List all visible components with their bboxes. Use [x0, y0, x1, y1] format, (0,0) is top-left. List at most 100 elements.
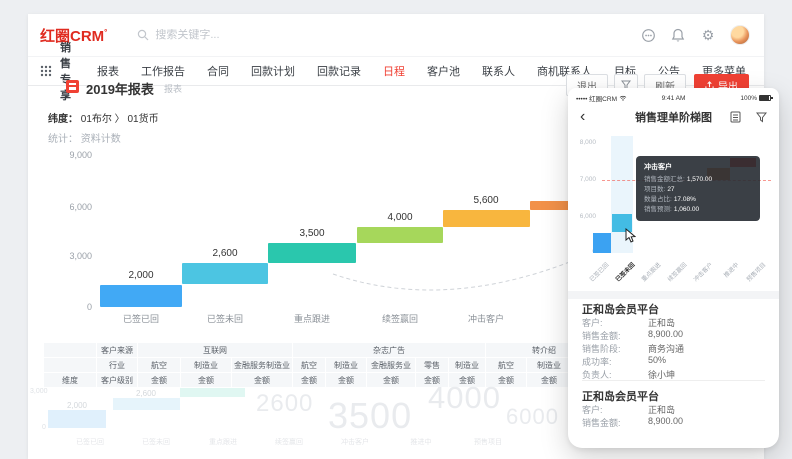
table-cell: 制造业: [326, 358, 366, 372]
table-cell: 制造业: [449, 358, 485, 372]
deal-list-item-title[interactable]: 正和岛会员平台: [582, 388, 659, 404]
table-cell: 金额: [527, 373, 571, 387]
table-cell: 制造业: [181, 358, 231, 372]
search-icon: [137, 29, 149, 41]
ghost-y-tick: 3,000: [30, 388, 48, 395]
waterfall-bar-1[interactable]: [100, 285, 182, 307]
table-cell: 零售: [416, 358, 448, 372]
nav-tab-contacts[interactable]: 联系人: [482, 63, 515, 79]
apps-grid-icon[interactable]: [40, 63, 52, 79]
waterfall-bar-5[interactable]: [443, 210, 530, 227]
ghost-bar-label: 2,600: [116, 389, 176, 398]
table-cell: 互联网: [138, 343, 292, 357]
bar-value-label: 3,500: [272, 228, 352, 239]
ghost-watermark: 3500: [328, 395, 412, 437]
table-cell: 金额: [232, 373, 292, 387]
tooltip-value: 1,570.00: [687, 176, 712, 183]
y-tick: 6,000: [48, 202, 92, 212]
field-value: 商务沟通: [648, 342, 684, 355]
ghost-bar: [180, 388, 245, 397]
nav-tab-reports[interactable]: 报表: [97, 63, 119, 79]
search-input[interactable]: [155, 29, 305, 41]
field-label: 负责人:: [582, 370, 612, 380]
bar-value-label: 5,600: [446, 195, 526, 206]
nav-tab-customer-pool[interactable]: 客户池: [427, 63, 460, 79]
mouse-cursor: [625, 228, 636, 243]
bar-value-label: 2,000: [101, 270, 181, 281]
waterfall-bar-3[interactable]: [268, 243, 356, 263]
ghost-bar-label: 2,000: [47, 401, 107, 410]
list-view-icon[interactable]: [727, 109, 743, 125]
brand-logo[interactable]: 红圈CRM°: [40, 25, 107, 46]
ghost-x-label: 预售项目: [458, 437, 518, 447]
table-cell: 金额: [293, 373, 325, 387]
field-value: 正和岛: [648, 316, 675, 329]
x-axis-label: 续签赢回: [358, 312, 442, 325]
list-divider: [582, 380, 765, 381]
user-avatar[interactable]: [730, 25, 750, 45]
tooltip-title: 冲击客户: [644, 162, 752, 172]
bar-value-label: 2,600: [185, 248, 265, 259]
table-cell: 金额: [326, 373, 366, 387]
top-bar: 红圈CRM° ⚙: [28, 14, 764, 56]
deal-list-item-title[interactable]: 正和岛会员平台: [582, 301, 659, 317]
settings-gear-icon[interactable]: ⚙: [700, 27, 716, 43]
y-tick: 3,000: [48, 251, 92, 261]
x-axis-label: 已签已回: [99, 312, 183, 325]
nav-tab-payment-plan[interactable]: 回款计划: [251, 63, 295, 79]
ghost-x-label: 重点跟进: [193, 437, 253, 447]
table-row: 客户来源 互联网 杂志广告 转介绍: [44, 343, 602, 357]
field-value: 50%: [648, 355, 666, 365]
table-cell: 金融服务制造业: [232, 358, 292, 372]
bar-value-label: 4,000: [360, 212, 440, 223]
dimension-breadcrumb: 纬度： 01布尔 〉 01货币: [48, 110, 159, 125]
messages-icon[interactable]: [640, 27, 656, 43]
x-axis-label: 重点跟进: [270, 312, 354, 325]
nav-tab-contracts[interactable]: 合同: [207, 63, 229, 79]
filter-funnel-icon[interactable]: [753, 109, 769, 125]
nav-tab-payment-records[interactable]: 回款记录: [317, 63, 361, 79]
table-cell: 维度: [44, 373, 96, 387]
ghost-x-label: 已签未回: [126, 437, 186, 447]
tooltip-value: 17.08%: [674, 196, 696, 203]
x-axis-label: 冲击客户: [444, 312, 528, 325]
mobile-preview-panel: ••••• 红圈CRM 9:41 AM 100% ‹ 销售理单阶梯图 8,0: [568, 88, 779, 448]
nav-tab-schedule[interactable]: 日程: [383, 63, 405, 79]
ghost-y-tick: 0: [42, 424, 46, 431]
page-title-tag: 报表: [164, 82, 182, 95]
table-cell: 航空: [293, 358, 325, 372]
nav-workspace-switcher[interactable]: 销售专享: [60, 39, 71, 103]
ghost-x-label: 冲击客户: [325, 437, 385, 447]
brand-logo-text: 红圈CRM: [40, 28, 104, 45]
table-cell: 金额: [181, 373, 231, 387]
stat-row: 统计： 资料计数: [48, 130, 121, 145]
top-icons: ⚙: [640, 25, 750, 45]
ghost-watermark: 4000: [428, 380, 501, 416]
phone-status-bar: ••••• 红圈CRM 9:41 AM 100%: [576, 92, 771, 104]
nav-tab-work-report[interactable]: 工作报告: [141, 63, 185, 79]
field-label: 销售金额:: [582, 418, 621, 428]
ghost-bar: [48, 410, 106, 428]
waterfall-bar-4[interactable]: [357, 227, 443, 243]
phone-bar-1[interactable]: [593, 233, 611, 253]
field-label: 客户:: [582, 318, 603, 328]
table-cell: 制造业: [527, 358, 571, 372]
section-divider: [568, 291, 779, 299]
app-root: 红圈CRM° ⚙ 销售专享 报表: [0, 0, 792, 459]
page-title: 2019年报表: [86, 79, 154, 98]
stat-value: 资料计数: [81, 134, 121, 145]
table-cell: 客户级别: [97, 373, 137, 387]
table-cell: 金额: [138, 373, 180, 387]
table-cell: 行业: [97, 358, 137, 372]
ghost-x-label: 已签已回: [60, 437, 120, 447]
table-cell: 客户来源: [97, 343, 137, 357]
phone-y-tick: 6,000: [570, 213, 596, 220]
notifications-bell-icon[interactable]: [670, 27, 686, 43]
chart-tooltip: 冲击客户 销售金额汇总:1,570.00 项目数:27 数量占比:17.08% …: [636, 156, 760, 221]
field-value: 8,900.00: [648, 329, 683, 339]
table-row: 行业 航空 制造业 金融服务制造业 航空 制造业 金融服务业 零售 制造业 航空…: [44, 358, 602, 372]
battery-icon: [759, 95, 771, 101]
waterfall-bar-2[interactable]: [182, 263, 268, 284]
table-cell: 航空: [138, 358, 180, 372]
ghost-x-label: 续签赢回: [259, 437, 319, 447]
